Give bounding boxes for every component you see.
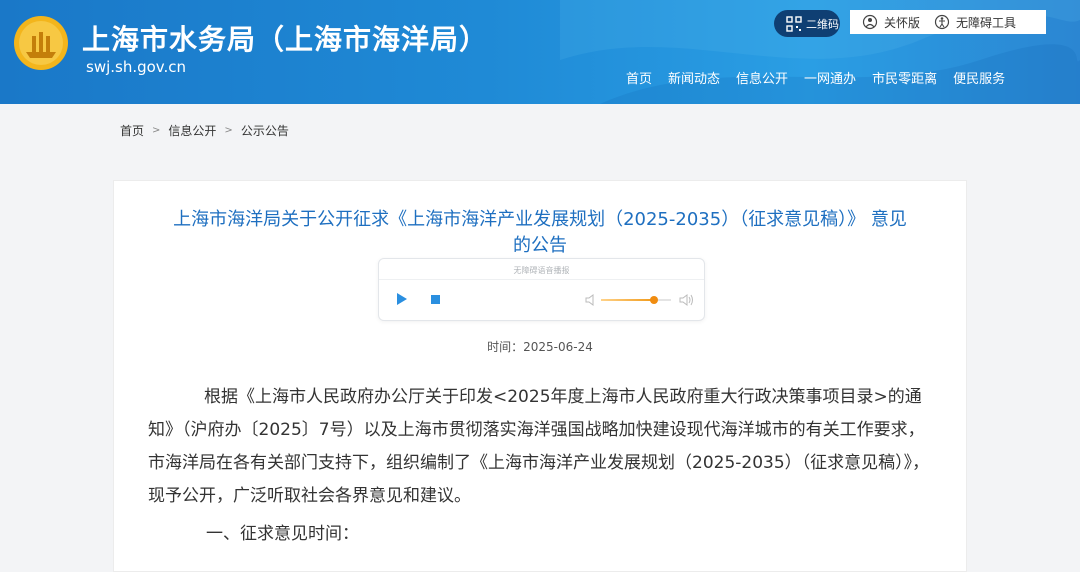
article-card: 上海市海洋局关于公开征求《上海市海洋产业发展规划（2025-2035）（征求意见… [113,180,967,572]
accessibility-icon [934,14,950,30]
article-title-line1: 上海市海洋局关于公开征求《上海市海洋产业发展规划（2025-2035）（征求意见… [173,209,907,230]
site-title[interactable]: 上海市水务局（上海市海洋局） [82,18,488,58]
volume-slider[interactable] [601,296,671,304]
site-header: 上海市水务局（上海市海洋局） swj.sh.gov.cn 二维码 关怀版 无障碍… [0,0,1080,104]
article-title: 上海市海洋局关于公开征求《上海市海洋产业发展规划（2025-2035）（征求意见… [114,207,966,259]
breadcrumb: 首页 > 信息公开 > 公示公告 [120,122,289,139]
care-mode-button[interactable]: 关怀版 [862,14,920,31]
audio-player-divider [379,279,704,280]
breadcrumb-home[interactable]: 首页 [120,122,144,139]
qr-code-label: 二维码 [806,17,839,31]
volume-low-icon[interactable] [585,293,597,307]
section-heading: 一、征求意见时间： [206,524,359,544]
audio-player: 无障碍语音播报 [378,258,705,321]
nav-item-citizen-contact[interactable]: 市民零距离 [872,68,937,87]
qr-code-button[interactable]: 二维码 [774,10,840,37]
nav-item-info-disclosure[interactable]: 信息公开 [736,68,788,87]
breadcrumb-separator: > [152,125,161,136]
play-button[interactable] [397,293,407,305]
stop-button[interactable] [431,295,440,304]
volume-high-icon[interactable] [679,293,695,307]
qr-code-icon [786,15,802,32]
breadcrumb-info-disclosure[interactable]: 信息公开 [168,122,216,139]
main-nav: 首页 新闻动态 信息公开 一网通办 市民零距离 便民服务 [626,68,1021,87]
accessibility-label: 无障碍工具 [956,15,1017,30]
site-logo-icon[interactable] [12,14,70,72]
article-title-line2: 的公告 [513,235,567,256]
publish-date: 时间：2025-06-24 [487,340,593,354]
article-paragraph: 根据《上海市人民政府办公厅关于印发<2025年度上海市人民政府重大行政决策事项目… [148,387,930,506]
breadcrumb-announcements[interactable]: 公示公告 [241,122,289,139]
nav-item-public-services[interactable]: 便民服务 [953,68,1005,87]
nav-item-online-services[interactable]: 一网通办 [804,68,856,87]
nav-item-news[interactable]: 新闻动态 [668,68,720,87]
audio-player-caption: 无障碍语音播报 [513,266,570,275]
site-url: swj.sh.gov.cn [86,58,187,76]
utility-toolbar: 关怀版 无障碍工具 [850,10,1046,34]
volume-slider-fill [601,299,654,301]
volume-slider-handle[interactable] [649,296,658,304]
breadcrumb-separator: > [224,125,233,136]
nav-item-home[interactable]: 首页 [626,68,652,87]
accessibility-tools-button[interactable]: 无障碍工具 [934,14,1016,31]
care-mode-icon [862,14,878,30]
care-mode-label: 关怀版 [884,15,921,30]
